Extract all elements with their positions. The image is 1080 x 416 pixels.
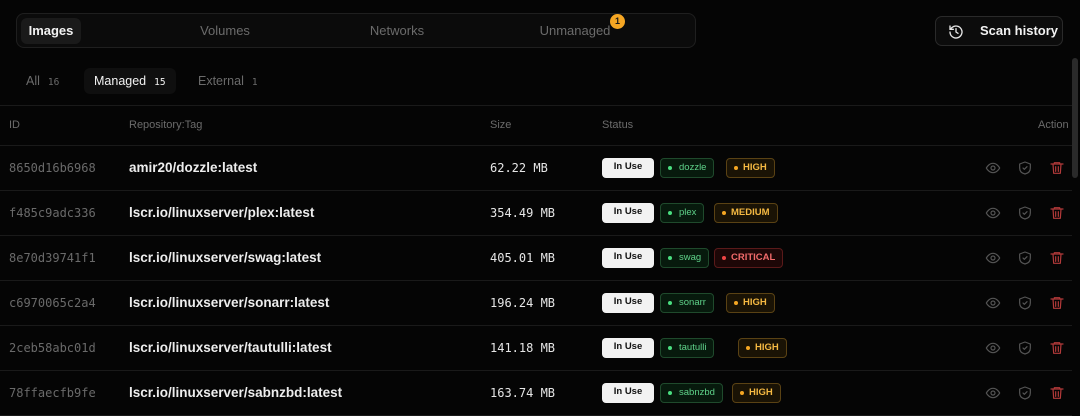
filter-managed[interactable]: Managed 15 [84,68,176,94]
header-size: Size [490,119,512,131]
repository-tag: lscr.io/linuxserver/plex:latest [129,205,315,220]
eye-icon[interactable] [985,250,1001,266]
scan-history-label: Scan history [980,23,1059,38]
trash-icon[interactable] [1049,385,1065,401]
tab-unmanaged[interactable]: Unmanaged [532,18,618,44]
vertical-scrollbar[interactable] [1072,58,1078,178]
tab-volumes[interactable]: Volumes [192,18,258,44]
repository-tag: lscr.io/linuxserver/sabnzbd:latest [129,385,343,400]
in-use-badge: In Use [602,248,654,268]
image-size: 62.22 MB [490,161,548,175]
severity-badge[interactable]: HIGH [726,158,775,178]
container-badge[interactable]: sonarr [660,293,714,313]
in-use-badge: In Use [602,338,654,358]
severity-badge[interactable]: MEDIUM [714,203,778,223]
severity-badge[interactable]: CRITICAL [714,248,784,268]
filter-all[interactable]: All 16 [16,68,69,94]
eye-icon[interactable] [985,385,1001,401]
header-repository-tag: Repository:Tag [129,119,203,131]
top-bar: Images Volumes Networks Unmanaged 1 Scan… [0,0,1080,60]
image-size: 196.24 MB [490,296,556,310]
tab-networks[interactable]: Networks [362,18,432,44]
trash-icon[interactable] [1049,295,1065,311]
header-status: Status [602,119,634,131]
container-badge[interactable]: sabnzbd [660,383,723,403]
header-action: Action [1038,119,1069,131]
shield-check-icon[interactable] [1017,205,1033,221]
table-row[interactable]: c6970065c2a4 lscr.io/linuxserver/sonarr:l… [0,281,1072,326]
filter-all-label: All [26,74,40,88]
tab-images[interactable]: Images [21,18,81,44]
filter-external-label: External [198,74,244,88]
trash-icon[interactable] [1049,205,1065,221]
image-id: c6970065c2a4 [9,296,96,310]
image-size: 163.74 MB [490,386,556,400]
repository-tag: lscr.io/linuxserver/sonarr:latest [129,295,330,310]
header-id: ID [9,119,20,131]
container-badge[interactable]: swag [660,248,710,268]
filter-all-count: 16 [47,77,60,88]
shield-check-icon[interactable] [1017,295,1033,311]
image-id: 2ceb58abc01d [9,341,96,355]
shield-check-icon[interactable] [1017,250,1033,266]
image-size: 405.01 MB [490,251,556,265]
severity-badge[interactable]: HIGH [726,293,775,313]
container-badge[interactable]: plex [660,203,705,223]
filter-managed-label: Managed [94,74,147,88]
shield-check-icon[interactable] [1017,340,1033,356]
trash-icon[interactable] [1049,250,1065,266]
table-row[interactable]: 78ffaecfb9fe lscr.io/linuxserver/sabnzbd:… [0,371,1072,416]
severity-badge[interactable]: HIGH [732,383,781,403]
eye-icon[interactable] [985,295,1001,311]
image-id: 78ffaecfb9fe [9,386,96,400]
eye-icon[interactable] [985,205,1001,221]
container-badge[interactable]: dozzle [660,158,715,178]
image-size: 354.49 MB [490,206,556,220]
unmanaged-count-badge: 1 [610,14,625,29]
table-row[interactable]: f485c9adc336 lscr.io/linuxserver/plex:lat… [0,191,1072,236]
in-use-badge: In Use [602,203,654,223]
image-size: 141.18 MB [490,341,556,355]
shield-check-icon[interactable] [1017,160,1033,176]
repository-tag: lscr.io/linuxserver/tautulli:latest [129,340,332,355]
container-badge[interactable]: tautulli [660,338,715,358]
table-row[interactable]: 8650d16b6968 amir20/dozzle:latest 62.22 MB… [0,146,1072,191]
in-use-badge: In Use [602,158,654,178]
table-row[interactable]: 8e70d39741f1 lscr.io/linuxserver/swag:lat… [0,236,1072,281]
image-id: 8650d16b6968 [9,161,96,175]
table-header: ID Repository:Tag Size Status Action [0,105,1072,146]
trash-icon[interactable] [1049,340,1065,356]
in-use-badge: In Use [602,293,654,313]
filter-external-count: 1 [251,77,258,88]
repository-tag: lscr.io/linuxserver/swag:latest [129,250,322,265]
shield-check-icon[interactable] [1017,385,1033,401]
image-id: f485c9adc336 [9,206,96,220]
filter-managed-count: 15 [154,77,166,88]
scan-history-button[interactable]: Scan history [935,16,1063,46]
trash-icon[interactable] [1049,160,1065,176]
filter-external[interactable]: External 1 [188,68,268,94]
section-tabs: Images Volumes Networks Unmanaged 1 [16,13,696,48]
table-row[interactable]: 2ceb58abc01d lscr.io/linuxserver/tautulli… [0,326,1072,371]
repository-tag: amir20/dozzle:latest [129,160,258,175]
eye-icon[interactable] [985,340,1001,356]
image-id: 8e70d39741f1 [9,251,96,265]
in-use-badge: In Use [602,383,654,403]
severity-badge[interactable]: HIGH [738,338,787,358]
eye-icon[interactable] [985,160,1001,176]
history-icon [949,25,963,39]
